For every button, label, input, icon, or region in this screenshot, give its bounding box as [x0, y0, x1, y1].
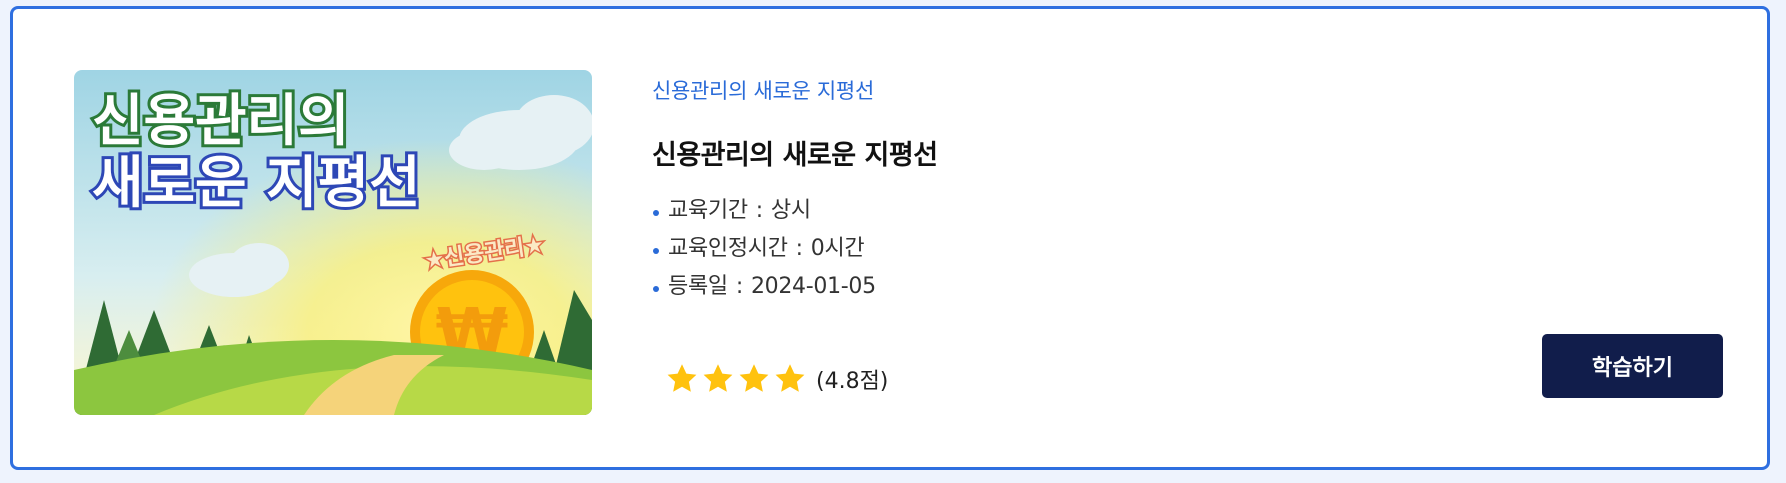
star-icon [667, 364, 697, 392]
info-label: 교육기간 [668, 198, 748, 223]
course-category: 신용관리의 새로운 지평선 [652, 79, 874, 103]
info-item-credit-hours: 교육인정시간:0시간 [652, 230, 876, 268]
thumbnail-headline-1: 신용관리의 [92, 89, 350, 154]
info-label: 교육인정시간 [668, 236, 788, 261]
info-value: 0시간 [810, 236, 865, 261]
info-value: 상시 [770, 198, 811, 223]
course-title[interactable]: 신용관리의 새로운 지평선 [652, 133, 938, 172]
info-label: 등록일 [668, 274, 728, 299]
rating: (4.8점) [664, 361, 888, 397]
course-thumbnail[interactable]: ₩ 신용관리의 새로운 지평선 ★신용관리★ [74, 70, 592, 415]
course-card: ₩ 신용관리의 새로운 지평선 ★신용관리★ 신용관리의 새로운 지평선 신용관… [10, 6, 1770, 470]
star-icon [739, 364, 769, 392]
info-item-registered-date: 등록일:2024-01-05 [652, 268, 876, 306]
course-info-list: 교육기간: 상시 교육인정시간:0시간 등록일:2024-01-05 [652, 192, 876, 306]
info-item-period: 교육기간: 상시 [652, 192, 876, 230]
start-learning-button[interactable]: 학습하기 [1542, 334, 1723, 398]
star-icon [775, 364, 805, 392]
rating-score: (4.8점) [816, 369, 889, 394]
star-icon [703, 364, 733, 392]
info-value: 2024-01-05 [750, 274, 876, 299]
thumbnail-headline-2: 새로운 지평선 [92, 151, 421, 216]
